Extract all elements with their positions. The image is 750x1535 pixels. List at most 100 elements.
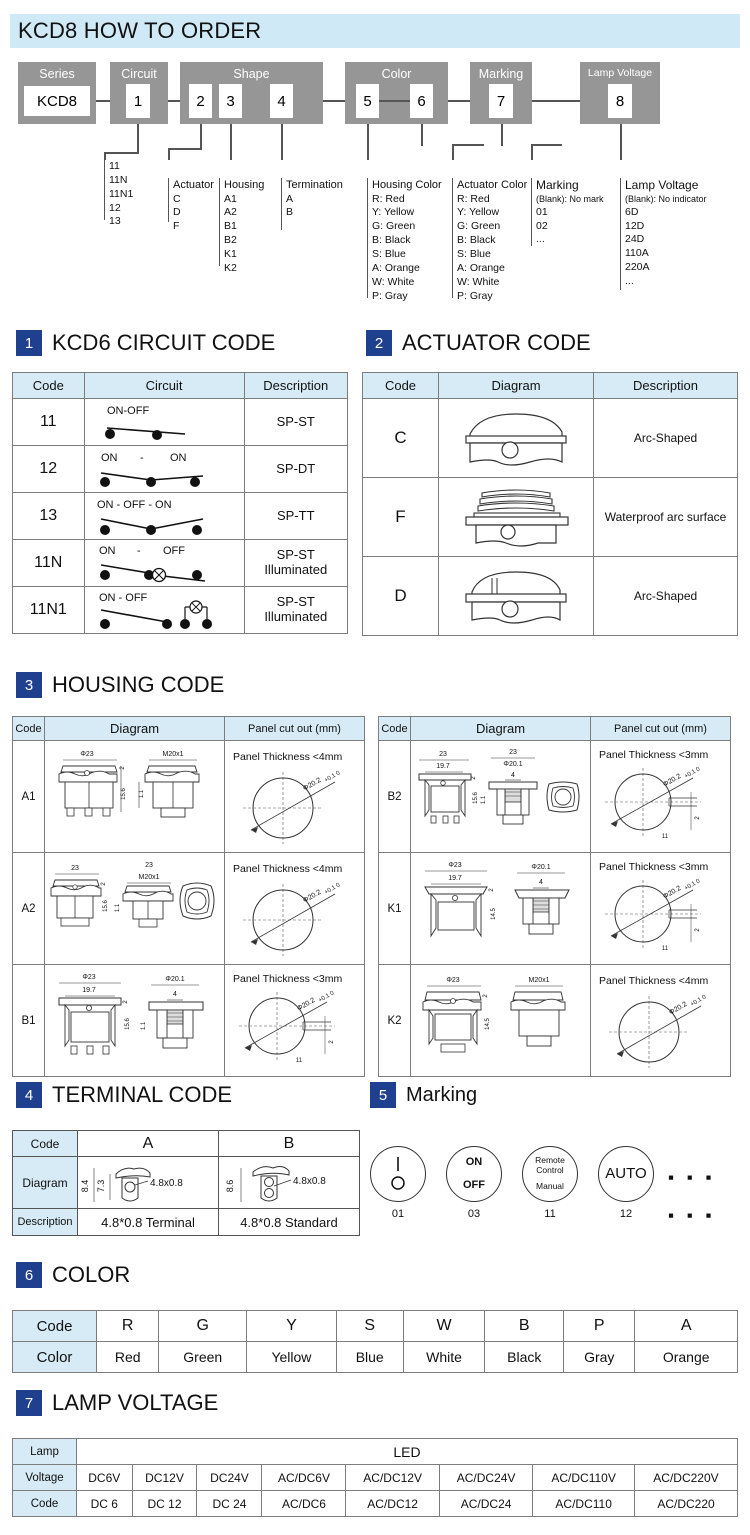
color-code: Y [246,1310,337,1342]
terminal-code-a: A [77,1130,219,1157]
legend-heading: Termination [286,179,343,191]
dim-label: 2 [489,887,495,891]
cutout-label: Φ20.2 [662,884,682,900]
color-name: Red [95,1341,160,1373]
legend-item: R: Red [372,192,405,205]
table-row: C Arc-Shaped [362,398,738,478]
flow-box-title: Series [39,67,75,81]
actuator-description: Waterproof arc surface [593,477,738,557]
legend-item: P: Gray [372,289,408,302]
section-title: KCD6 CIRCUIT CODE [52,330,276,355]
legend-item: W: White [372,275,415,288]
dim-label: 15.6 [103,899,109,911]
flow-code-4: 4 [270,84,293,118]
marking-line: ON [465,1155,483,1168]
flow-code-6: 6 [410,84,433,118]
flow-code-2: 2 [189,84,212,118]
dim-label: Φ23 [82,974,95,981]
table-row: A1 Φ23 2 15.6 M20x1 1.1 Panel Thickness … [12,740,365,853]
legend-item: S: Blue [457,247,491,260]
panel-thickness-label: Panel Thickness <4mm [599,975,708,987]
dim-label: 2 [483,993,489,997]
legend-item: 01 [536,205,548,218]
dim-label: 11 [662,834,669,840]
lamp-voltage: AC/DC12V [345,1464,440,1491]
actuator-code: D [362,556,439,636]
legend-item: 11N [109,173,128,186]
lamp-code: DC 24 [196,1490,263,1517]
section-badge: 3 [16,672,42,698]
marking-ellipsis-top: ▪ ▪ ▪ [668,1168,716,1187]
section-badge: 6 [16,1262,42,1288]
marking-line: Manual [536,1181,564,1192]
dim-label: 15.6 [121,787,127,799]
lamp-voltage: DC6V [76,1464,133,1491]
row-label-lamp: Lamp [12,1438,77,1465]
housing-diagram-k2: Φ23 2 14.5 M20x1 [410,964,591,1077]
row-label-diagram: Diagram [12,1156,78,1209]
dim-label: 4 [511,772,515,779]
cutout-tolerance: +0.1 0 [324,881,342,895]
legend-heading: Actuator Color [457,179,528,191]
order-code-legend: 11 11N 11N1 12 13 Actuator C D F Housing… [0,150,750,315]
section-title: TERMINAL CODE [52,1082,233,1107]
svg-text:ON - OFF: ON - OFF [99,592,148,604]
dim-label: Φ23 [446,977,459,984]
section-badge: 1 [16,330,42,356]
table-row: D Arc-Shaped [362,556,738,636]
legend-blank-note: (Blank): No mark [536,193,604,204]
color-code: S [335,1310,404,1342]
svg-text:ON: ON [101,452,118,464]
dim-label: 11 [662,946,669,952]
legend-item: Y: Yellow [457,206,500,219]
circuit-description: SP-ST Illuminated [243,586,348,634]
actuator-diagram-d [438,556,594,636]
flow-box-title: Lamp Voltage [587,67,653,79]
housing-panel-a2: Panel Thickness <4mm Φ20.2 +0.1 0 [224,852,365,965]
dim-label: 2 [695,927,701,931]
marking-line: AUTO [605,1164,647,1182]
color-code: G [158,1310,248,1342]
dim-label: 23 [71,865,79,872]
legend-lamp-voltage: Lamp Voltage (Blank): No indicator 6D 12… [620,178,707,290]
color-code: P [563,1310,636,1342]
marking-symbol-auto: AUTO [598,1146,654,1202]
leader [501,124,503,146]
table-header-row: Code Diagram Panel cut out (mm) [12,716,365,741]
flow-code-3: 3 [219,84,242,118]
table-row: K2 Φ23 2 14.5 M20x1 Panel Thickness <4mm… [378,964,731,1077]
table-header-row: Code Diagram Description [362,372,738,399]
color-code: B [484,1310,565,1342]
svg-text:ON: ON [170,452,187,464]
housing-code: A2 [12,852,45,965]
legend-blank-note: (Blank): No indicator [625,193,707,204]
cutout-label: Φ20.2 [296,996,316,1012]
marking-code: 01 [391,1208,405,1220]
section-title: Marking [406,1083,478,1106]
housing-diagram-k1: Φ23 19.7 2 14.5 Φ20.1 4 [410,852,591,965]
dim-label: 2 [101,881,107,885]
marking-ellipsis-bottom: ▪ ▪ ▪ [668,1206,716,1225]
section-heading-actuator: 2 ACTUATOR CODE [366,330,591,356]
dim-label: 14.5 [485,1017,491,1029]
color-code: W [402,1310,486,1342]
svg-text:ON - OFF - ON: ON - OFF - ON [97,499,172,511]
legend-item: 24D [625,233,645,246]
legend-item: 11 [109,160,120,172]
legend-marking: Marking (Blank): No mark 01 02 ... [531,178,604,246]
marking-item-01: 01 [370,1146,426,1220]
legend-item: A: Orange [457,261,505,274]
leader [421,124,423,146]
flow-code-5: 5 [356,84,379,118]
table-row: F Waterproof arc surface [362,477,738,557]
circuit-description: SP-TT [243,492,348,540]
color-name: White [402,1341,486,1373]
lamp-code: AC/DC12 [345,1490,440,1517]
housing-table-right: Code Diagram Panel cut out (mm) B2 23 19… [378,716,731,1077]
marking-samples: 01 ON OFF 03 Remote Control Manual 11 AU… [370,1142,750,1242]
legend-housing: Housing A1 A2 B1 B2 K1 K2 [219,178,264,274]
flow-box-title: Shape [233,67,270,81]
legend-item: K2 [224,261,237,274]
flow-connector [323,100,345,102]
dim-label: 4.8x0.8 [150,1178,183,1189]
